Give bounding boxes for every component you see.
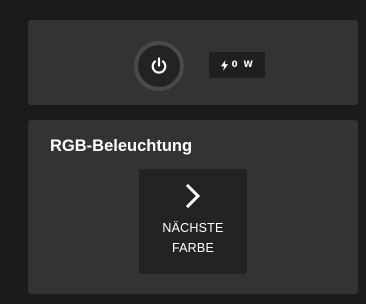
chevron-right-icon — [185, 183, 201, 209]
lightning-bolt-icon — [220, 59, 228, 71]
power-consumption-badge: 0 W — [209, 52, 265, 78]
next-color-label-line1: NÄCHSTE — [162, 221, 224, 235]
power-panel — [28, 20, 358, 105]
power-consumption-value: 0 W — [231, 60, 255, 70]
next-color-button[interactable]: NÄCHSTE FARBE — [139, 169, 247, 274]
power-button[interactable] — [134, 41, 184, 91]
next-color-label-line2: FARBE — [172, 241, 214, 255]
rgb-lighting-title: RGB-Beleuchtung — [50, 137, 193, 155]
power-icon — [151, 57, 167, 74]
